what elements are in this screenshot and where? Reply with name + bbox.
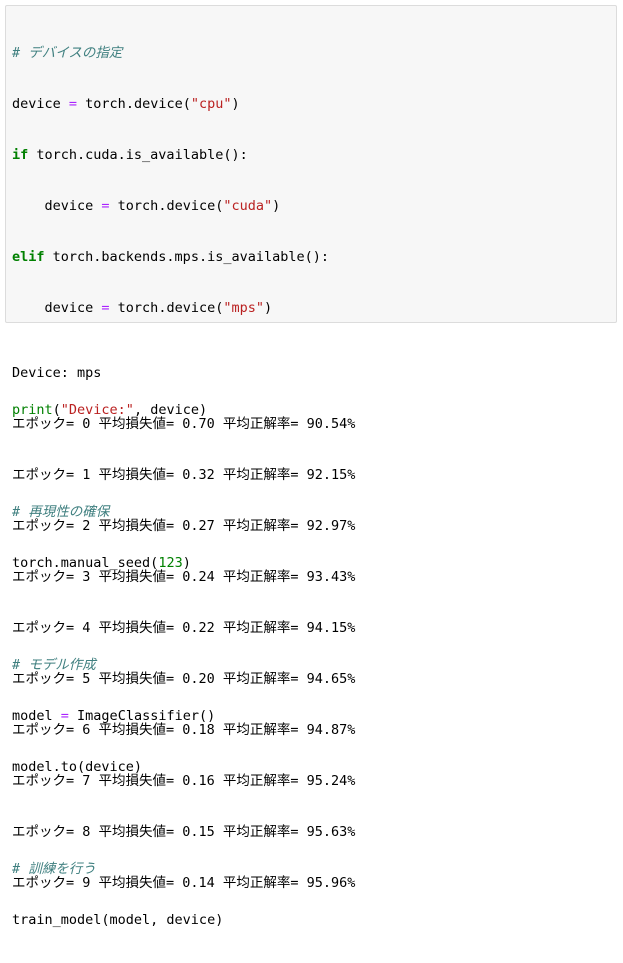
code-line: device = torch.device("cuda") bbox=[12, 198, 281, 214]
code-line: train_model(model, device) bbox=[12, 912, 224, 928]
output-epoch-line: エポック= 9 平均損失値= 0.14 平均正解率= 95.96% bbox=[12, 875, 356, 891]
cell-output: Device: mps エポック= 0 平均損失値= 0.70 平均正解率= 9… bbox=[12, 331, 355, 909]
output-device-line: Device: mps bbox=[12, 365, 102, 381]
output-epoch-line: エポック= 2 平均損失値= 0.27 平均正解率= 92.97% bbox=[12, 518, 356, 534]
output-epoch-line: エポック= 1 平均損失値= 0.32 平均正解率= 92.15% bbox=[12, 467, 356, 483]
code-line: if torch.cuda.is_available(): bbox=[12, 147, 248, 163]
output-epoch-line: エポック= 6 平均損失値= 0.18 平均正解率= 94.87% bbox=[12, 722, 356, 738]
output-epoch-line: エポック= 3 平均損失値= 0.24 平均正解率= 93.43% bbox=[12, 569, 356, 585]
code-line: device = torch.device("mps") bbox=[12, 300, 273, 316]
code-line: device = torch.device("cpu") bbox=[12, 96, 240, 112]
output-epoch-line: エポック= 0 平均損失値= 0.70 平均正解率= 90.54% bbox=[12, 416, 356, 432]
code-line: elif torch.backends.mps.is_available(): bbox=[12, 249, 329, 265]
output-epoch-line: エポック= 5 平均損失値= 0.20 平均正解率= 94.65% bbox=[12, 671, 356, 687]
code-comment: # デバイスの指定 bbox=[12, 45, 123, 61]
code-cell[interactable]: # デバイスの指定 device = torch.device("cpu") i… bbox=[5, 5, 617, 928]
output-epoch-line: エポック= 8 平均損失値= 0.15 平均正解率= 95.63% bbox=[12, 824, 356, 840]
output-epoch-line: エポック= 7 平均損失値= 0.16 平均正解率= 95.24% bbox=[12, 773, 356, 789]
output-epoch-line: エポック= 4 平均損失値= 0.22 平均正解率= 94.15% bbox=[12, 620, 356, 636]
